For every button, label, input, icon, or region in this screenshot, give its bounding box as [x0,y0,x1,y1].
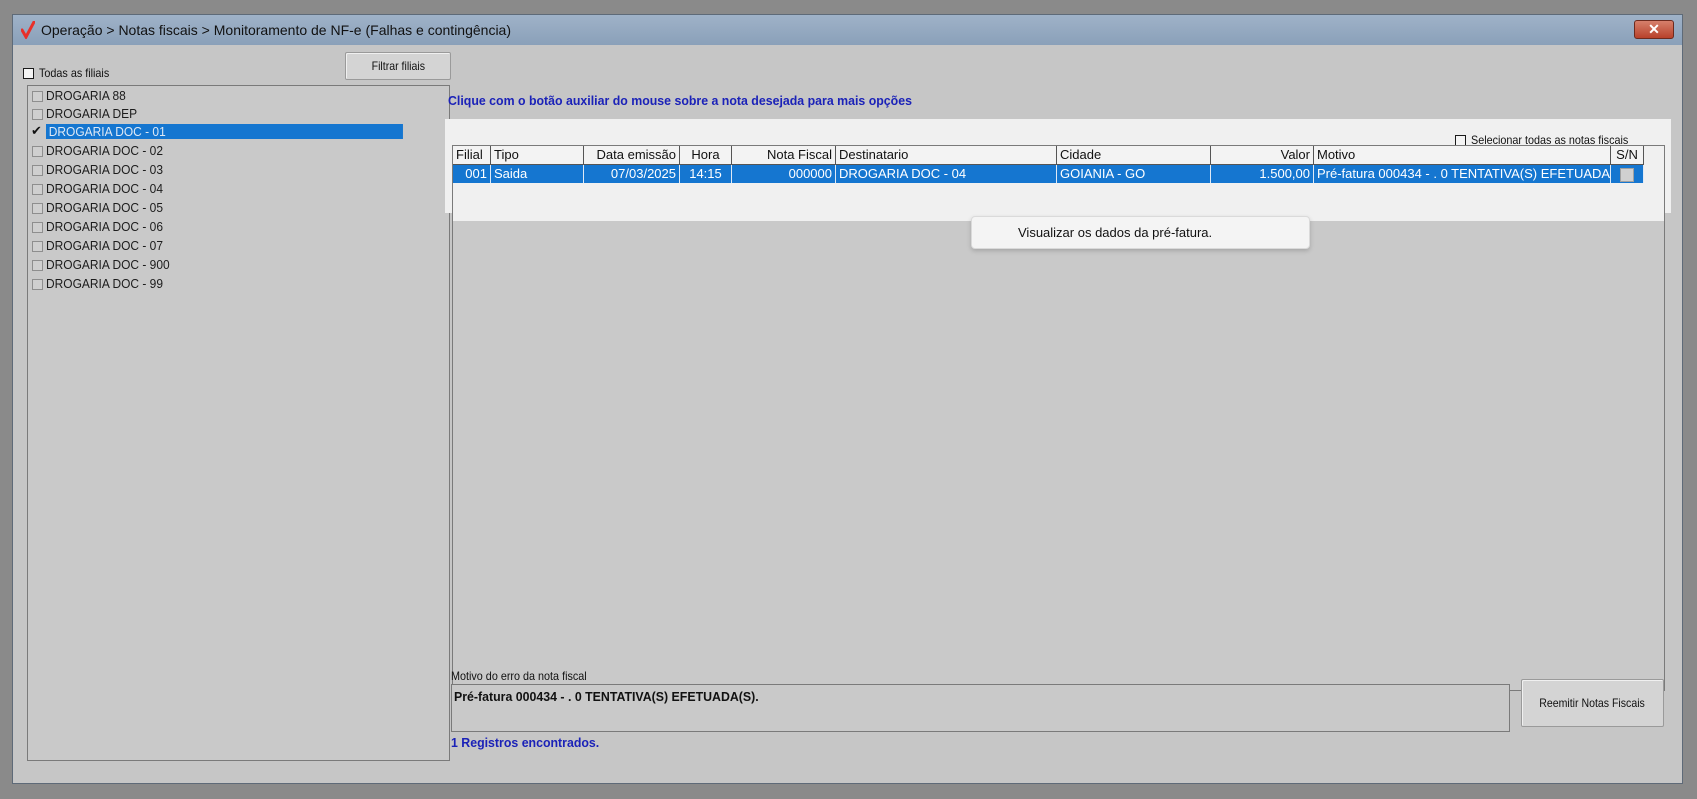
cell-motivo: Pré-fatura 000434 - . 0 TENTATIVA(S) EFE… [1314,165,1611,183]
resend-invoices-button[interactable]: Reemitir Notas Fiscais [1521,679,1664,727]
branch-label: DROGARIA DOC - 03 [46,162,163,177]
column-header[interactable]: Nota Fiscal [732,146,836,165]
column-header[interactable]: Destinatario [836,146,1057,165]
cell-sn[interactable] [1611,165,1644,183]
title-bar: Operação > Notas fiscais > Monitoramento… [13,15,1682,45]
cell-hora: 14:15 [680,165,732,183]
client-area: Todas as filiais Filtrar filiais DROGARI… [19,49,1676,777]
all-branches-checkbox[interactable] [23,68,34,79]
filter-branches-button[interactable]: Filtrar filiais [345,52,451,80]
cell-nota: 000000 [732,165,836,183]
app-checkmark-icon [21,21,35,39]
column-header[interactable]: Hora [680,146,732,165]
context-menu: Visualizar os dados da pré-fatura. [971,216,1310,249]
checked-icon[interactable]: ✔ [31,123,42,139]
branch-checkbox[interactable] [32,203,43,214]
branch-label: DROGARIA DOC - 06 [46,219,163,234]
cell-tipo: Saida [491,165,584,183]
branch-list[interactable]: DROGARIA 88 DROGARIA DEP ✔ DROGARIA DOC … [27,85,450,761]
branch-item[interactable]: DROGARIA DOC - 900 [28,256,449,275]
branch-label: DROGARIA DOC - 07 [46,238,163,253]
branch-item[interactable]: DROGARIA DOC - 04 [28,180,449,199]
branch-checkbox[interactable] [32,91,43,102]
cell-data: 07/03/2025 [584,165,680,183]
cell-destinatario: DROGARIA DOC - 04 [836,165,1057,183]
nfe-monitor-window: Operação > Notas fiscais > Monitoramento… [12,14,1683,784]
branch-checkbox[interactable] [32,222,43,233]
branch-item-selected[interactable]: ✔ DROGARIA DOC - 01 [28,123,449,142]
hint-text: Clique com o botão auxiliar do mouse sob… [448,93,912,108]
sn-checkbox[interactable] [1620,167,1634,182]
cell-filial: 001 [453,165,491,183]
column-header[interactable]: Filial [453,146,491,165]
branch-item[interactable]: DROGARIA DOC - 07 [28,237,449,256]
branch-label: DROGARIA DOC - 05 [46,200,163,215]
cell-valor: 1.500,00 [1211,165,1314,183]
table-row[interactable]: 001 Saida 07/03/2025 14:15 000000 DROGAR… [453,165,1644,183]
branch-label: DROGARIA DOC - 02 [46,143,163,158]
branch-item[interactable]: DROGARIA DOC - 03 [28,161,449,180]
branch-checkbox[interactable] [32,241,43,252]
branch-item[interactable]: DROGARIA 88 [28,87,449,106]
branch-label: DROGARIA DOC - 900 [46,257,170,272]
column-header[interactable]: Cidade [1057,146,1211,165]
branch-label: DROGARIA DOC - 01 [46,124,403,139]
cell-cidade: GOIANIA - GO [1057,165,1211,183]
branch-item[interactable]: DROGARIA DEP [28,105,449,124]
column-header[interactable]: S/N [1611,146,1644,165]
branch-checkbox[interactable] [32,146,43,157]
branch-checkbox[interactable] [32,279,43,290]
records-count: 1 Registros encontrados. [451,735,600,750]
branch-checkbox[interactable] [32,184,43,195]
window-title: Operação > Notas fiscais > Monitoramento… [41,22,512,38]
branch-checkbox[interactable] [32,109,43,120]
error-reason-text: Pré-fatura 000434 - . 0 TENTATIVA(S) EFE… [454,689,759,704]
column-header[interactable]: Tipo [491,146,584,165]
branch-label: DROGARIA 88 [46,88,126,103]
column-header[interactable]: Motivo [1314,146,1611,165]
all-branches-label: Todas as filiais [39,66,110,80]
branch-item[interactable]: DROGARIA DOC - 05 [28,199,449,218]
branch-item[interactable]: DROGARIA DOC - 02 [28,142,449,161]
branch-label: DROGARIA DOC - 04 [46,181,163,196]
column-header[interactable]: Valor [1211,146,1314,165]
branch-checkbox[interactable] [32,260,43,271]
error-reason-box: Pré-fatura 000434 - . 0 TENTATIVA(S) EFE… [451,684,1510,732]
column-header[interactable]: Data emissão [584,146,680,165]
table-header: Filial Tipo Data emissão Hora Nota Fisca… [453,146,1644,165]
branch-label: DROGARIA DEP [46,106,138,121]
branch-label: DROGARIA DOC - 99 [46,276,163,291]
close-icon[interactable]: ✕ [1634,20,1674,39]
context-menu-item-view-prefatura[interactable]: Visualizar os dados da pré-fatura. [1018,225,1212,240]
branch-checkbox[interactable] [32,165,43,176]
branch-item[interactable]: DROGARIA DOC - 06 [28,218,449,237]
error-reason-label: Motivo do erro da nota fiscal [451,669,587,683]
branch-item[interactable]: DROGARIA DOC - 99 [28,275,449,294]
